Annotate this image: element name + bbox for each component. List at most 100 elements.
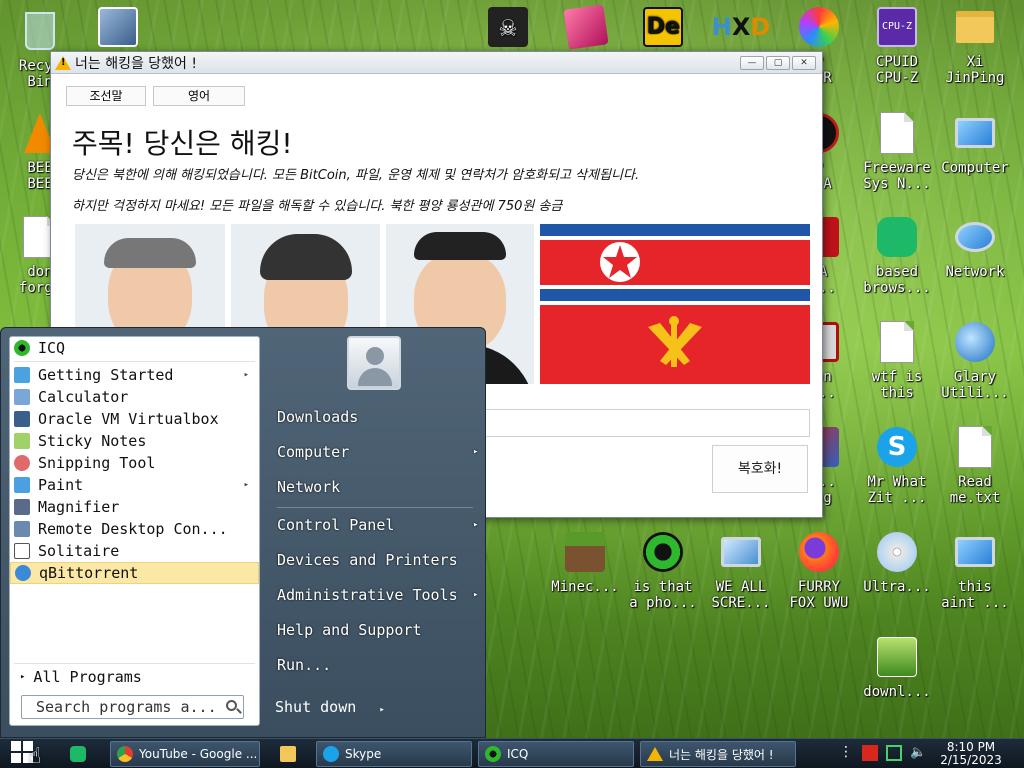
cpuz-shortcut-icon[interactable]: CPU-Z CPUID CPU-Z: [857, 4, 937, 104]
submenu-arrow-icon: ▸: [473, 590, 479, 600]
wtf-is-this-shortcut-icon[interactable]: wtf is this: [857, 319, 937, 419]
taskbar-clock[interactable]: 8:10 PM 2/15/2023: [936, 741, 1006, 767]
recycle-bin-icon-image: [17, 8, 63, 54]
program-calculator[interactable]: Calculator: [10, 386, 259, 408]
program-magnifier[interactable]: Magnifier: [10, 496, 259, 518]
network-desktop-icon[interactable]: Network: [935, 214, 1015, 314]
taskbar-file-explorer[interactable]: [274, 741, 310, 767]
shutdown-options-arrow-icon[interactable]: ▸: [379, 705, 384, 715]
start-run[interactable]: Run...: [277, 656, 331, 674]
we-all-scream-shortcut-icon[interactable]: WE ALL SCRE...: [701, 529, 781, 629]
all-programs-label: All Programs: [33, 668, 142, 686]
program-remote-desktop[interactable]: Remote Desktop Con...: [10, 518, 259, 540]
lang-korean-button[interactable]: 조선말: [66, 86, 146, 106]
start-devices-printers[interactable]: Devices and Printers: [277, 551, 458, 569]
taskbar-chat-app[interactable]: [64, 741, 104, 767]
remote-desktop-icon: [14, 521, 30, 537]
xi-jinping-folder-icon[interactable]: Xi JinPing: [935, 4, 1015, 104]
desktop-icon-label: downl...: [863, 684, 931, 700]
divider: [14, 361, 255, 362]
furry-fox-firefox-icon[interactable]: FURRY FOX UWU: [779, 529, 859, 629]
taskbar-icq[interactable]: ICQ: [478, 741, 634, 767]
volume-icon[interactable]: 🔈: [910, 745, 926, 761]
close-button[interactable]: ✕: [792, 55, 816, 70]
window-controls: — ▢ ✕: [740, 55, 816, 70]
minimize-button[interactable]: —: [740, 55, 764, 70]
rainbow-flower-icon: [796, 4, 842, 50]
pinned-icq-item[interactable]: ICQ: [10, 337, 259, 359]
program-label: Remote Desktop Con...: [38, 520, 228, 538]
program-label: Oracle VM Virtualbox: [38, 410, 219, 428]
overflow-menu-icon[interactable]: ⋮: [838, 745, 854, 761]
readme-txt-icon[interactable]: Read me.txt: [935, 424, 1015, 524]
program-qbittorrent[interactable]: qBittorrent: [10, 562, 259, 584]
pink-monitor-icon: [563, 4, 609, 50]
this-aint-shortcut-icon[interactable]: this aint ...: [935, 529, 1015, 629]
taskbar-skype[interactable]: Skype: [316, 741, 472, 767]
window-titlebar[interactable]: 너는 해킹을 당했어 ! — ▢ ✕: [51, 52, 822, 74]
submenu-arrow-icon: ▸: [473, 447, 479, 457]
start-computer[interactable]: Computer ▸: [277, 443, 478, 461]
start-help-support[interactable]: Help and Support: [277, 621, 422, 639]
calculator-icon: [14, 389, 30, 405]
text-document-icon: [952, 424, 998, 470]
submenu-arrow-icon: ▸: [243, 480, 249, 490]
chat-bubble-icon: [874, 214, 920, 260]
program-snipping-tool[interactable]: Snipping Tool: [10, 452, 259, 474]
program-getting-started[interactable]: Getting Started ▸: [10, 364, 259, 386]
place-label: Network: [277, 478, 341, 496]
mr-what-zit-skype-icon[interactable]: S Mr What Zit ...: [857, 424, 937, 524]
taskbar-ransom-window[interactable]: 너는 해킹을 당했어 !: [640, 741, 796, 767]
taskbar-chrome-youtube[interactable]: YouTube - Google ...: [110, 741, 260, 767]
submenu-arrow-icon: ▸: [243, 370, 249, 380]
chrome-icon: [117, 746, 133, 762]
computer-magnifier-icon: [952, 529, 998, 575]
decrypt-key-input[interactable]: [483, 409, 810, 437]
icq-photo-shortcut-icon[interactable]: is that a pho...: [623, 529, 703, 629]
submenu-arrow-icon: ▸: [473, 520, 479, 530]
system-tray: ⋮ 🔈: [838, 745, 926, 761]
user-avatar[interactable]: [347, 336, 401, 390]
program-label: qBittorrent: [39, 564, 139, 582]
cd-disc-icon: [874, 529, 920, 575]
lang-english-button[interactable]: 영어: [153, 86, 245, 106]
start-search-input[interactable]: Search programs a...: [21, 695, 244, 719]
place-label: Run...: [277, 656, 332, 674]
glary-utilities-shortcut-icon[interactable]: Glary Utili...: [935, 319, 1015, 419]
skull-icon: ☠: [485, 4, 531, 50]
shutdown-button[interactable]: Shut down ▸: [275, 698, 385, 716]
start-network[interactable]: Network: [277, 478, 340, 496]
freeware-sys-shortcut-icon[interactable]: Freeware Sys N...: [857, 110, 937, 210]
program-solitaire[interactable]: Solitaire: [10, 540, 259, 562]
network-icon[interactable]: [886, 745, 902, 761]
pinned-item-label: ICQ: [38, 339, 66, 357]
dprk-flag: [540, 224, 810, 301]
program-virtualbox[interactable]: Oracle VM Virtualbox: [10, 408, 259, 430]
start-admin-tools[interactable]: Administrative Tools ▸: [277, 586, 478, 604]
maximize-button[interactable]: ▢: [766, 55, 790, 70]
download-image-shortcut-icon[interactable]: downl...: [857, 634, 937, 734]
network-globe-icon: [952, 214, 998, 260]
taskbar: YouTube - Google ... Skype ICQ 너는 해킹을 당했…: [0, 738, 1024, 768]
ultra-disc-shortcut-icon[interactable]: Ultra...: [857, 529, 937, 629]
decrypt-button[interactable]: 복호화!: [712, 445, 808, 493]
program-label: Solitaire: [38, 542, 120, 560]
desktop-icon-label: Network: [945, 264, 1005, 280]
icq-flower-icon: [14, 340, 30, 356]
place-label: Administrative Tools: [277, 586, 458, 604]
start-downloads[interactable]: Downloads: [277, 408, 358, 426]
firefox-icon: [796, 529, 842, 575]
program-paint[interactable]: Paint ▸: [10, 474, 259, 496]
taskbar-label: ICQ: [507, 747, 529, 761]
minecraft-shortcut-icon[interactable]: Minec...: [545, 529, 625, 629]
search-placeholder: Search programs a...: [36, 698, 217, 716]
start-control-panel[interactable]: Control Panel ▸: [277, 516, 478, 534]
magnifier-icon: [14, 499, 30, 515]
action-center-flag-icon[interactable]: [862, 745, 878, 761]
computer-desktop-icon[interactable]: Computer: [935, 110, 1015, 210]
all-programs-button[interactable]: ▸ All Programs: [16, 666, 142, 688]
desktop-icon-label: Xi JinPing: [945, 54, 1005, 86]
de-logo-icon: De: [640, 4, 686, 50]
program-sticky-notes[interactable]: Sticky Notes: [10, 430, 259, 452]
based-browser-shortcut-icon[interactable]: based brows...: [857, 214, 937, 314]
